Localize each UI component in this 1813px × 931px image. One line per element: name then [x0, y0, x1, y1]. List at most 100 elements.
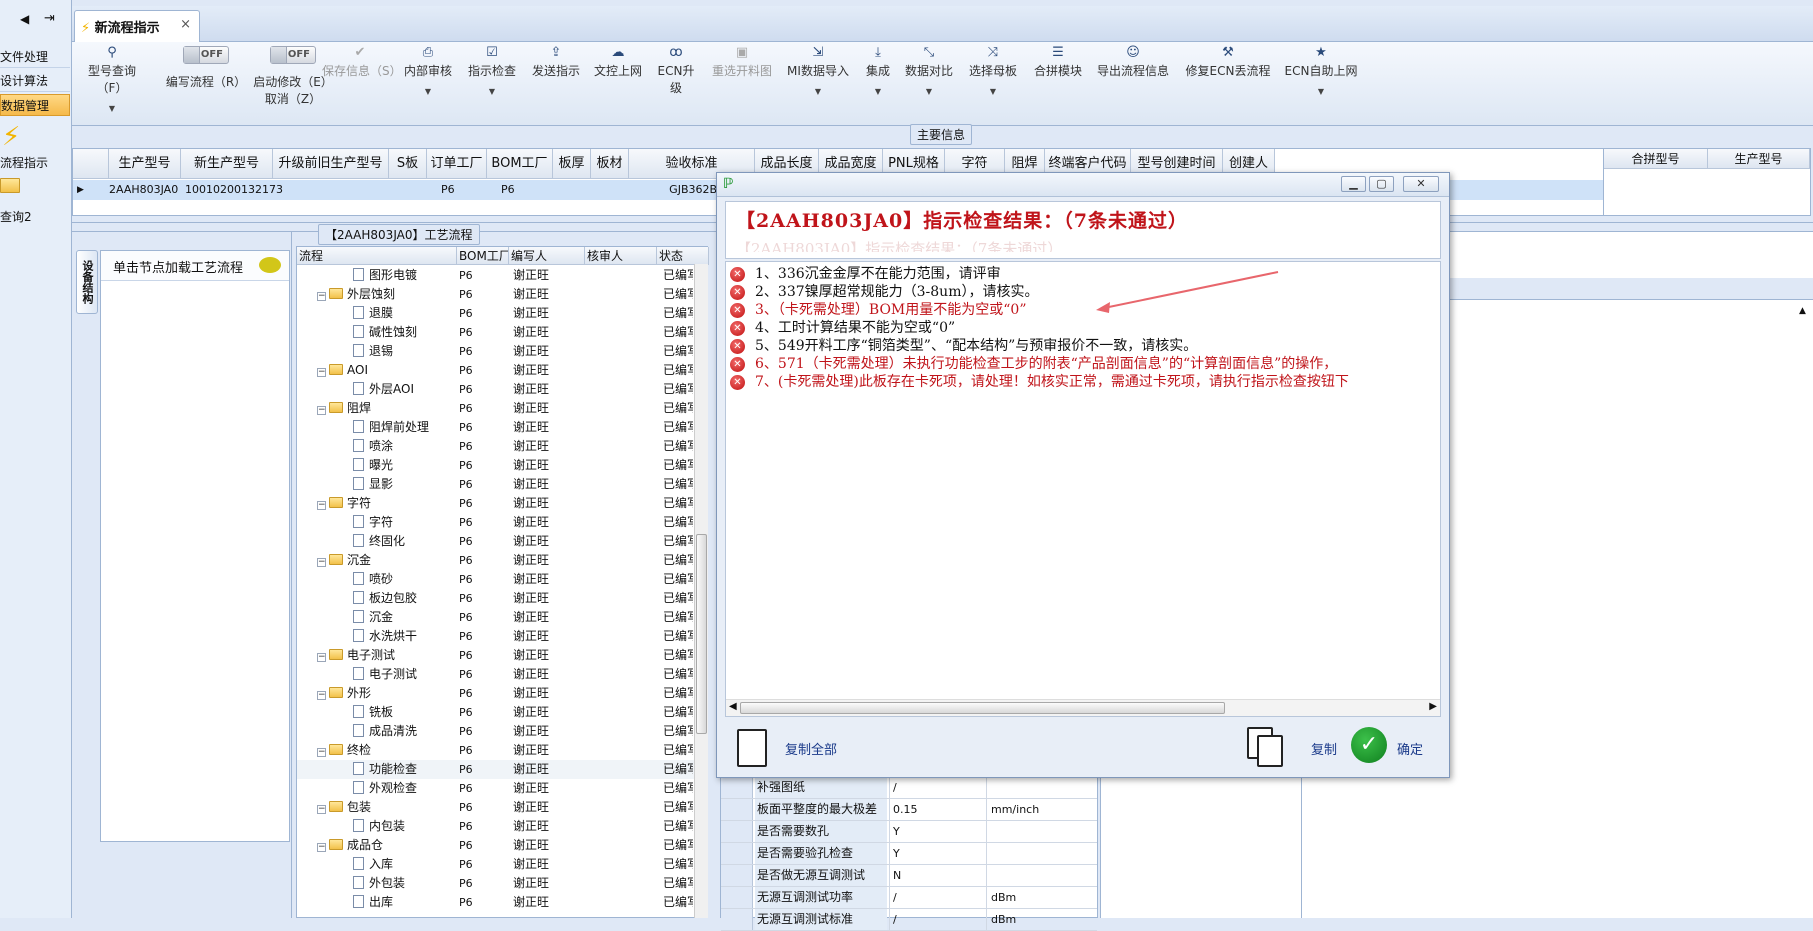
tree-node[interactable]: 喷砂: [353, 570, 393, 589]
tree-row[interactable]: 水洗烘干 P6 谢正旺 已编写: [297, 627, 695, 646]
tree-row[interactable]: 成品清洗 P6 谢正旺 已编写: [297, 722, 695, 741]
back-arrow-icon[interactable]: ◀: [20, 12, 29, 26]
tree-row[interactable]: 外包装 P6 谢正旺 已编写: [297, 874, 695, 893]
tree-node[interactable]: 沉金: [353, 608, 393, 627]
copy-icon[interactable]: [1257, 735, 1283, 767]
col-header[interactable]: 板材: [591, 149, 629, 179]
tree-node[interactable]: − 字符: [317, 494, 371, 513]
col-header[interactable]: 合拼型号: [1604, 149, 1708, 169]
copy-all-icon[interactable]: [737, 729, 767, 767]
collapse-icon[interactable]: −: [317, 653, 326, 662]
nav-item-flow[interactable]: 流程指示: [0, 154, 48, 171]
col-header[interactable]: 升级前旧生产型号: [273, 149, 389, 179]
send-instruction-button[interactable]: ⇪ 发送指示: [528, 42, 584, 112]
tree-node[interactable]: 曝光: [353, 456, 393, 475]
tree-row[interactable]: 外观检查 P6 谢正旺 已编写: [297, 779, 695, 798]
tree-row[interactable]: 图形电镀 P6 谢正旺 已编写: [297, 266, 695, 285]
tree-node[interactable]: 字符: [353, 513, 393, 532]
tree-node[interactable]: − 终检: [317, 741, 371, 760]
tree-node[interactable]: 显影: [353, 475, 393, 494]
close-icon[interactable]: ✕: [1403, 176, 1439, 192]
tree-row[interactable]: 出库 P6 谢正旺 已编写: [297, 893, 695, 912]
tree-row[interactable]: − 字符 P6 谢正旺 已编写: [297, 494, 695, 513]
doc-control-online-button[interactable]: ☁ 文控上网: [590, 42, 646, 112]
tree-row[interactable]: 终固化 P6 谢正旺 已编写: [297, 532, 695, 551]
tree-node[interactable]: 铣板: [353, 703, 393, 722]
tree-row[interactable]: − 成品仓 P6 谢正旺 已编写: [297, 836, 695, 855]
tree-node[interactable]: − 阻焊: [317, 399, 371, 418]
collapse-icon[interactable]: −: [317, 691, 326, 700]
tree-node[interactable]: − 成品仓: [317, 836, 383, 855]
param-value[interactable]: /: [889, 777, 987, 798]
col-header[interactable]: 板厚: [553, 149, 591, 179]
tree-node[interactable]: − AOI: [317, 361, 368, 380]
tree-node[interactable]: 成品清洗: [353, 722, 417, 741]
ecn-upgrade-button[interactable]: ꝏ ECN升级: [652, 42, 700, 112]
tree-row[interactable]: 阻焊前处理 P6 谢正旺 已编写: [297, 418, 695, 437]
tree-row[interactable]: 电子测试 P6 谢正旺 已编写: [297, 665, 695, 684]
copy-button[interactable]: 复制: [1311, 739, 1337, 758]
tree-node[interactable]: 出库: [353, 893, 393, 912]
collapse-icon[interactable]: −: [317, 406, 326, 415]
col-header[interactable]: 状态: [657, 247, 709, 265]
col-header[interactable]: BOM工厂: [457, 247, 509, 265]
tree-node[interactable]: − 外形: [317, 684, 371, 703]
data-compare-button[interactable]: ⤡ 数据对比 ▼: [900, 42, 958, 112]
select-mother-board-button[interactable]: ⤨ 选择母板 ▼: [962, 42, 1024, 112]
chevron-up-icon[interactable]: ▲: [1799, 306, 1806, 316]
reselect-cutting-button[interactable]: ▣ 重选开料图: [706, 42, 778, 112]
scroll-right-icon[interactable]: ▶: [1429, 701, 1437, 712]
tree-row[interactable]: − 电子测试 P6 谢正旺 已编写: [297, 646, 695, 665]
model-query-button[interactable]: ⚲ 型号查询（F） ▼: [76, 42, 148, 113]
instruction-check-button[interactable]: ☑ 指示检查 ▼: [464, 42, 520, 112]
collapse-icon[interactable]: −: [317, 501, 326, 510]
mi-data-import-button[interactable]: ⇲ MI数据导入 ▼: [784, 42, 852, 112]
nav-item-data[interactable]: 数据管理: [0, 94, 70, 116]
tree-scrollbar[interactable]: [694, 264, 708, 918]
tree-node[interactable]: 板边包胶: [353, 589, 417, 608]
export-flow-button[interactable]: ☺ 导出流程信息: [1088, 42, 1178, 112]
tree-node[interactable]: − 包装: [317, 798, 371, 817]
merge-module-button[interactable]: ☰ 合拼模块: [1028, 42, 1088, 112]
col-header[interactable]: 新生产型号: [181, 149, 273, 179]
toggle-switch[interactable]: OFF: [270, 46, 316, 64]
tree-node[interactable]: 外包装: [353, 874, 405, 893]
col-header[interactable]: BOM工厂: [487, 149, 553, 179]
param-value[interactable]: N: [889, 865, 987, 886]
tree-row[interactable]: 显影 P6 谢正旺 已编写: [297, 475, 695, 494]
tree-row[interactable]: − 终检 P6 谢正旺 已编写: [297, 741, 695, 760]
scrollbar-thumb[interactable]: [696, 534, 707, 734]
tree-row[interactable]: 沉金 P6 谢正旺 已编写: [297, 608, 695, 627]
copy-all-button[interactable]: 复制全部: [785, 739, 837, 758]
close-icon[interactable]: ×: [180, 17, 191, 32]
tree-row[interactable]: 碱性蚀刻 P6 谢正旺 已编写: [297, 323, 695, 342]
collapse-icon[interactable]: −: [317, 843, 326, 852]
tree-node[interactable]: 电子测试: [353, 665, 417, 684]
tree-row[interactable]: − 包装 P6 谢正旺 已编写: [297, 798, 695, 817]
col-header[interactable]: 生产型号: [1708, 149, 1810, 169]
tree-row[interactable]: 内包装 P6 谢正旺 已编写: [297, 817, 695, 836]
tree-row[interactable]: 字符 P6 谢正旺 已编写: [297, 513, 695, 532]
forward-arrow-icon[interactable]: ⇥: [44, 11, 55, 26]
integrate-button[interactable]: ⤓ 集成 ▼: [860, 42, 896, 112]
ok-button[interactable]: 确定: [1397, 739, 1423, 758]
collapse-icon[interactable]: −: [317, 292, 326, 301]
col-header[interactable]: 核审人: [585, 247, 657, 265]
tree-row[interactable]: − 外层蚀刻 P6 谢正旺 已编写: [297, 285, 695, 304]
toggle-switch[interactable]: OFF: [183, 46, 229, 64]
tree-node[interactable]: 退锡: [353, 342, 393, 361]
tree-row[interactable]: 喷涂 P6 谢正旺 已编写: [297, 437, 695, 456]
param-value[interactable]: 0.15: [889, 799, 987, 820]
repair-ecn-button[interactable]: ⚒ 修复ECN丢流程: [1178, 42, 1278, 112]
tree-node[interactable]: 内包装: [353, 817, 405, 836]
collapse-icon[interactable]: −: [317, 748, 326, 757]
tree-node[interactable]: 喷涂: [353, 437, 393, 456]
scrollbar-thumb[interactable]: [740, 702, 1225, 714]
tree-row[interactable]: 喷砂 P6 谢正旺 已编写: [297, 570, 695, 589]
collapse-icon[interactable]: −: [317, 805, 326, 814]
save-info-button[interactable]: ✔ 保存信息（S）: [322, 42, 402, 112]
tree-node[interactable]: 水洗烘干: [353, 627, 417, 646]
tree-node[interactable]: − 电子测试: [317, 646, 395, 665]
param-value[interactable]: Y: [889, 821, 987, 842]
tree-row[interactable]: 功能检查 P6 谢正旺 已编写: [297, 760, 695, 779]
